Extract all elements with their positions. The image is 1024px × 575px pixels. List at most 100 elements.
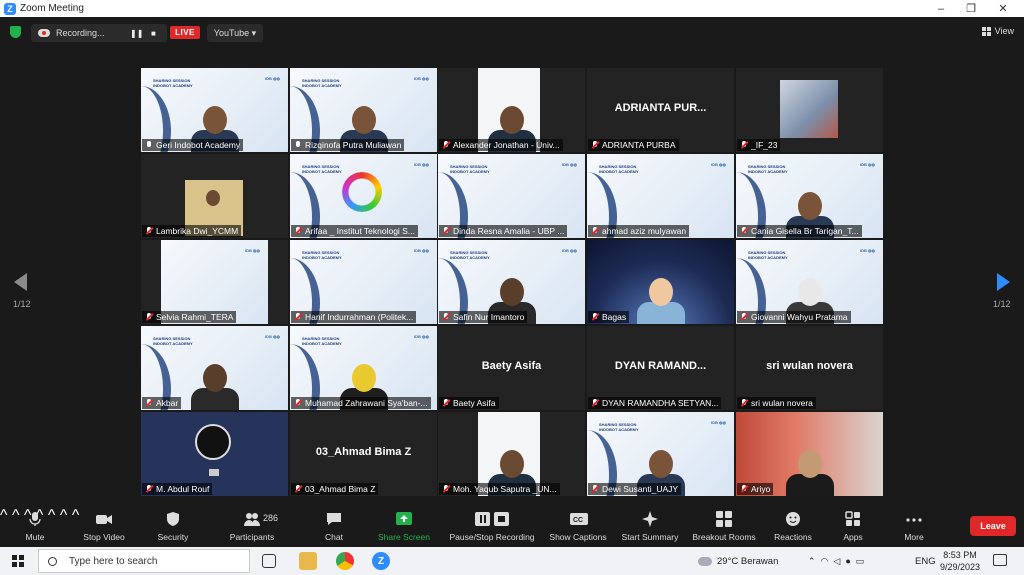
next-page-arrow-icon[interactable] — [997, 273, 1010, 291]
participant-tile[interactable]: SHARING SESSION INDOBOT ACADEMY IDB ◍◍ ahma… — [587, 154, 734, 238]
view-button[interactable]: View — [981, 26, 1014, 36]
security-button[interactable]: Security — [154, 507, 192, 547]
video-off-icon — [209, 469, 219, 476]
leave-button[interactable]: Leave — [970, 516, 1016, 536]
muted-microphone-icon — [442, 313, 450, 321]
participant-tile[interactable]: Moh. Yaqub Saputra _UN... — [438, 412, 585, 496]
stop-recording-button[interactable]: ■ — [151, 29, 156, 38]
security-shield-icon — [165, 511, 181, 527]
participant-tile[interactable]: Lambrika Dwi_YCMM — [141, 154, 288, 238]
mute-button[interactable]: Mute — [18, 507, 52, 547]
file-explorer-icon[interactable] — [299, 552, 317, 570]
tray-expand-icon[interactable]: ⌃ — [808, 556, 816, 567]
reactions-label: Reactions — [774, 532, 812, 542]
previous-page-arrow-icon[interactable] — [14, 273, 27, 291]
minimize-button[interactable]: – — [926, 0, 956, 17]
gallery-grid: SHARING SESSION INDOBOT ACADEMY IDB ◍◍ Geri… — [141, 68, 883, 496]
encryption-shield-icon[interactable] — [10, 26, 21, 38]
battery-icon[interactable]: ▭ — [856, 556, 865, 567]
participants-label: Participants — [229, 532, 275, 542]
pause-stop-recording-button[interactable]: Pause/Stop Recording — [446, 507, 538, 547]
notifications-icon[interactable] — [993, 554, 1007, 566]
participant-tile[interactable]: Ariyo — [736, 412, 883, 496]
apps-button[interactable]: Apps — [838, 507, 868, 547]
participant-tile[interactable]: _IF_23 — [736, 68, 883, 152]
recording-indicator: Recording... ❚❚ ■ — [31, 24, 167, 42]
participant-tile[interactable]: sri wulan novera sri wulan novera — [736, 326, 883, 410]
start-summary-button[interactable]: Start Summary — [618, 507, 682, 547]
participant-tile[interactable]: 03_Ahmad Bima Z 03_Ahmad Bima Z — [290, 412, 437, 496]
participant-name-label: Geri Indobot Academy — [142, 139, 244, 151]
participant-name-label: ahmad aziz mulyawan — [588, 225, 690, 237]
page-indicator-left: 1/12 — [13, 299, 31, 309]
audio-options-caret-icon[interactable]: ^ — [0, 507, 8, 524]
participant-tile[interactable]: SHARING SESSION INDOBOT ACADEMY IDB ◍◍ Hani… — [290, 240, 437, 324]
participant-face — [352, 364, 376, 392]
breakout-rooms-button[interactable]: Breakout Rooms — [690, 507, 758, 547]
participant-name: Safin Nur Imantoro — [453, 312, 525, 322]
taskbar-search-box[interactable]: Type here to search — [38, 549, 250, 573]
muted-microphone-icon — [591, 485, 599, 493]
participant-name-label: Baety Asifa — [439, 397, 499, 409]
chat-button[interactable]: Chat — [318, 507, 350, 547]
search-icon — [48, 556, 57, 566]
recording-label: Recording... — [56, 28, 105, 38]
task-view-icon[interactable] — [262, 554, 276, 568]
mic-tray-icon[interactable]: ● — [845, 556, 850, 566]
participant-tile[interactable]: SHARING SESSION INDOBOT ACADEMY IDB ◍◍ Arif… — [290, 154, 437, 238]
participant-tile[interactable]: DYAN RAMAND... DYAN RAMANDHA SETYAN... — [587, 326, 734, 410]
participant-name-label: Selvia Rahmi_TERA — [142, 311, 237, 323]
reactions-options-caret-icon[interactable]: ^ — [60, 507, 68, 524]
reactions-button[interactable]: Reactions — [772, 507, 814, 547]
participant-tile[interactable]: SHARING SESSION INDOBOT ACADEMY IDB ◍◍ Dewi… — [587, 412, 734, 496]
stop-video-button[interactable]: Stop Video — [78, 507, 130, 547]
participant-tile[interactable]: SHARING SESSION INDOBOT ACADEMY IDB ◍◍ Cani… — [736, 154, 883, 238]
window-titlebar: Z Zoom Meeting – ❐ ✕ — [0, 0, 1024, 17]
participant-tile[interactable]: SHARING SESSION INDOBOT ACADEMY IDB ◍◍ Dind… — [438, 154, 585, 238]
participant-name: 03_Ahmad Bima Z — [305, 484, 376, 494]
close-button[interactable]: ✕ — [988, 0, 1018, 17]
participant-tile[interactable]: SHARING SESSION INDOBOT ACADEMY IDB ◍◍ Muha… — [290, 326, 437, 410]
pause-recording-button[interactable]: ❚❚ — [130, 29, 143, 38]
participant-tile[interactable]: Bagas — [587, 240, 734, 324]
participant-tile[interactable]: Alexander Jonathan - Univ... — [438, 68, 585, 152]
muted-microphone-icon — [442, 227, 450, 235]
participant-name-label: M. Abdul Rouf — [142, 483, 213, 495]
zoom-taskbar-icon[interactable]: Z — [372, 552, 390, 570]
maximize-button[interactable]: ❐ — [956, 0, 986, 17]
participant-tile[interactable]: SHARING SESSION INDOBOT ACADEMY IDB ◍◍ Giov… — [736, 240, 883, 324]
participant-face — [352, 106, 376, 134]
participant-tile[interactable]: SHARING SESSION INDOBOT ACADEMY IDB ◍◍ Rizq… — [290, 68, 437, 152]
taskbar-time: 8:53 PM — [943, 550, 977, 560]
participant-name-label: Alexander Jonathan - Univ... — [439, 139, 563, 151]
speaker-icon[interactable]: ◁ — [833, 556, 840, 567]
participant-name-label: ADRIANTA PURBA — [588, 139, 679, 151]
windows-start-icon[interactable] — [12, 555, 24, 567]
participant-face — [206, 190, 220, 206]
reaction-smiley-icon — [785, 511, 801, 527]
more-button[interactable]: More — [898, 507, 930, 547]
participant-tile[interactable]: SHARING SESSION INDOBOT ACADEMY IDB ◍◍ Safi… — [438, 240, 585, 324]
participant-name: _IF_23 — [751, 140, 778, 150]
chrome-browser-icon[interactable] — [336, 552, 354, 570]
participant-tile[interactable]: Baety Asifa Baety Asifa — [438, 326, 585, 410]
taskbar-clock[interactable]: 8:53 PM 9/29/2023 — [940, 549, 980, 573]
participant-tile[interactable]: M. Abdul Rouf — [141, 412, 288, 496]
show-captions-button[interactable]: CC Show Captions — [547, 507, 609, 547]
participant-name: Muhamad Zahrawani Sya'ban-... — [305, 398, 428, 408]
participant-name-label: Ariyo — [737, 483, 774, 495]
participant-name-label: Dewi Susanti_UAJY — [588, 483, 682, 495]
weather-widget[interactable]: 29°C Berawan — [698, 547, 778, 575]
share-screen-button[interactable]: Share Screen — [376, 507, 432, 547]
wifi-icon[interactable]: ◠ — [821, 556, 829, 567]
participants-icon — [244, 511, 260, 527]
more-label: More — [904, 532, 924, 542]
livestream-dropdown[interactable]: YouTube ▾ — [207, 24, 263, 42]
participant-name: Geri Indobot Academy — [156, 140, 241, 150]
participant-tile[interactable]: SHARING SESSION INDOBOT ACADEMY IDB ◍◍ Geri… — [141, 68, 288, 152]
participant-tile[interactable]: SHARING SESSION INDOBOT ACADEMY IDB ◍◍ Akba… — [141, 326, 288, 410]
muted-microphone-icon — [591, 141, 599, 149]
participant-tile[interactable]: IDB ◍◍ Selvia Rahmi_TERA — [141, 240, 288, 324]
participant-tile[interactable]: ADRIANTA PUR... ADRIANTA PURBA — [587, 68, 734, 152]
language-indicator[interactable]: ENG — [915, 547, 936, 575]
